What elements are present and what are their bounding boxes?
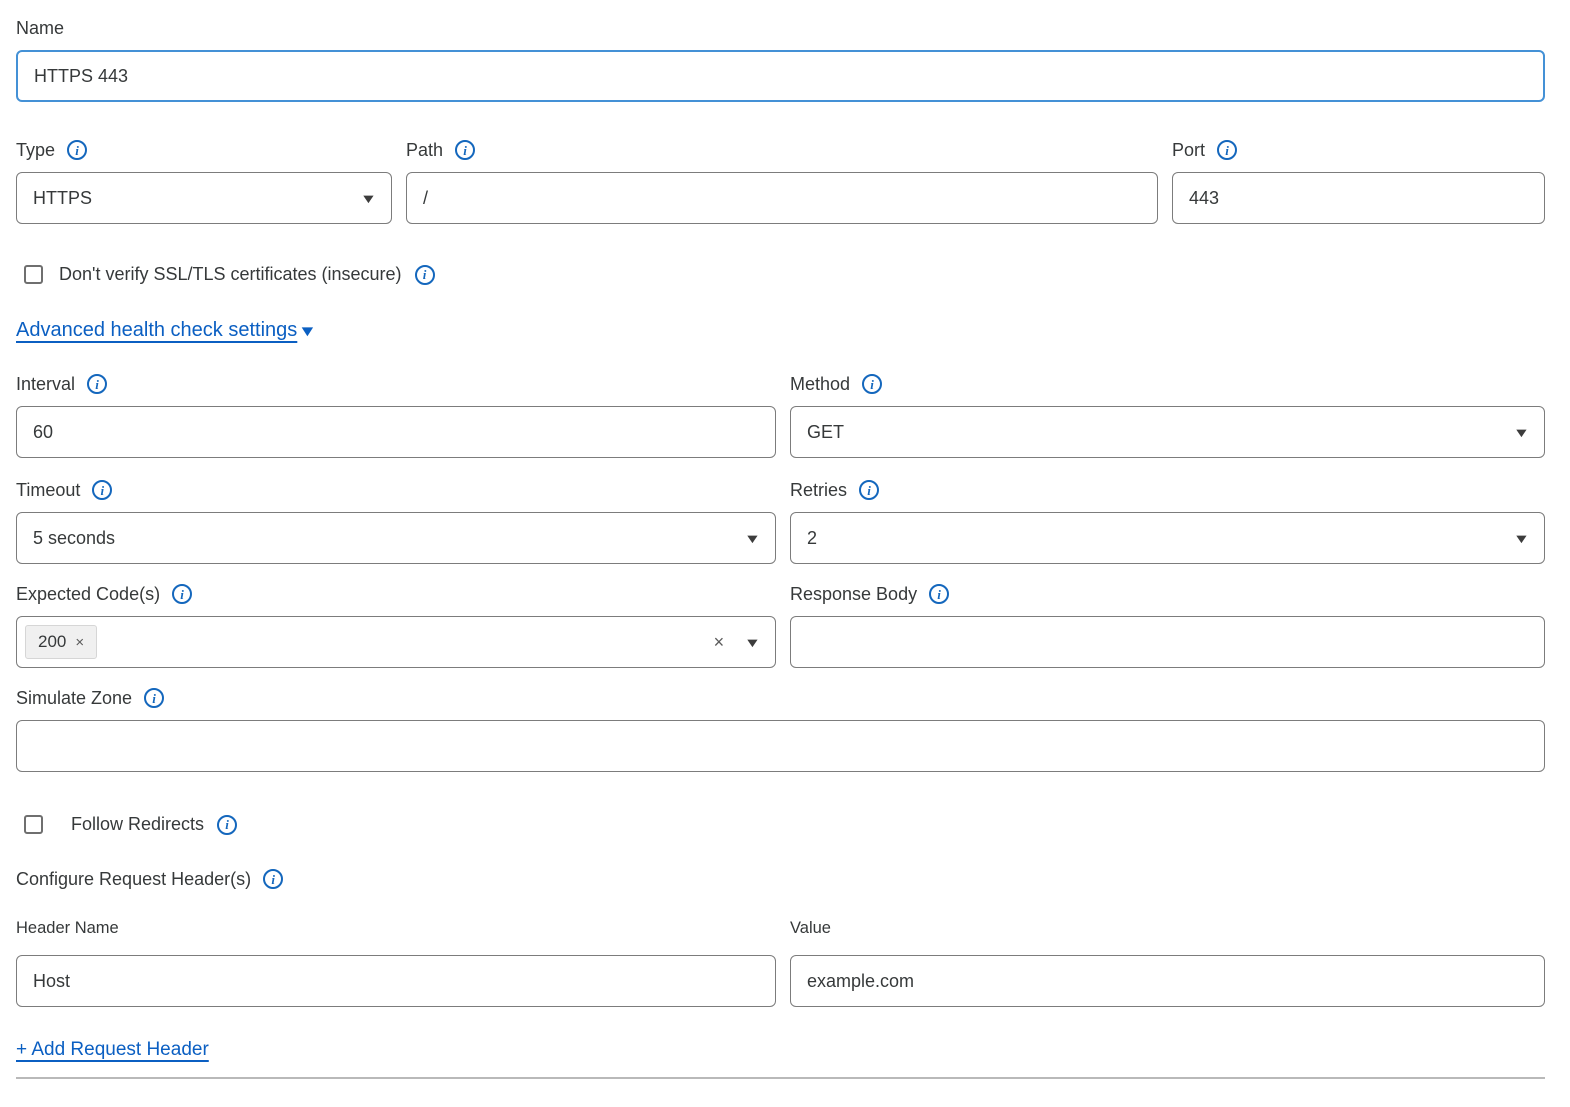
interval-method-row: Interval i Method i GET ▼ (16, 372, 1545, 458)
remove-tag-icon[interactable]: × (75, 635, 84, 650)
timeout-select[interactable]: 5 seconds ▼ (16, 512, 776, 564)
method-select-value: GET (807, 422, 1515, 443)
type-path-port-row: Type i HTTPS ▼ Path i Port i (16, 138, 1545, 224)
interval-label: Interval (16, 372, 75, 396)
ssl-verify-checkbox[interactable] (24, 265, 43, 284)
header-value-input[interactable] (790, 955, 1545, 1007)
caret-down-icon: ▼ (744, 532, 761, 545)
timeout-label: Timeout (16, 478, 80, 502)
header-row: Header Name Value (16, 917, 1545, 1007)
add-request-header-link[interactable]: + Add Request Header (16, 1039, 209, 1061)
caret-down-icon: ▼ (1513, 426, 1530, 439)
type-select-value: HTTPS (33, 188, 362, 209)
follow-redirects-checkbox[interactable] (24, 815, 43, 834)
header-name-label: Header Name (16, 917, 776, 939)
info-icon[interactable]: i (415, 265, 435, 285)
info-icon[interactable]: i (929, 584, 949, 604)
port-label: Port (1172, 138, 1205, 162)
port-input[interactable] (1172, 172, 1545, 224)
codes-body-row: Expected Code(s) i 200 × × ▼ Response Bo… (16, 582, 1545, 668)
info-icon[interactable]: i (263, 869, 283, 889)
retries-select[interactable]: 2 ▼ (790, 512, 1545, 564)
info-icon[interactable]: i (859, 480, 879, 500)
timeout-retries-row: Timeout i 5 seconds ▼ Retries i 2 ▼ (16, 478, 1545, 564)
info-icon[interactable]: i (217, 815, 237, 835)
info-icon[interactable]: i (455, 140, 475, 160)
path-input[interactable] (406, 172, 1158, 224)
response-body-label: Response Body (790, 582, 917, 606)
header-name-input[interactable] (16, 955, 776, 1007)
type-label: Type (16, 138, 55, 162)
follow-redirects-row: Follow Redirects i (24, 814, 1545, 835)
caret-down-icon: ▼ (360, 192, 377, 205)
name-input[interactable] (16, 50, 1545, 102)
name-label: Name (16, 16, 64, 40)
retries-select-value: 2 (807, 528, 1515, 549)
simulate-zone-label-row: Simulate Zone i (16, 686, 1545, 710)
info-icon[interactable]: i (172, 584, 192, 604)
interval-input[interactable] (16, 406, 776, 458)
caret-down-icon: ▼ (744, 636, 761, 649)
advanced-settings-link[interactable]: Advanced health check settings (16, 319, 297, 342)
expected-codes-label: Expected Code(s) (16, 582, 160, 606)
expected-code-tag-label: 200 (38, 632, 66, 652)
method-select[interactable]: GET ▼ (790, 406, 1545, 458)
info-icon[interactable]: i (144, 688, 164, 708)
name-label-row: Name (16, 16, 1545, 40)
path-label: Path (406, 138, 443, 162)
info-icon[interactable]: i (87, 374, 107, 394)
type-select[interactable]: HTTPS ▼ (16, 172, 392, 224)
follow-redirects-label: Follow Redirects (71, 814, 204, 835)
clear-icon[interactable]: × (714, 633, 725, 651)
ssl-checkbox-row: Don't verify SSL/TLS certificates (insec… (24, 264, 1545, 285)
info-icon[interactable]: i (1217, 140, 1237, 160)
advanced-settings-link-label: Advanced health check settings (16, 319, 297, 342)
info-icon[interactable]: i (67, 140, 87, 160)
health-check-form: Name Type i HTTPS ▼ Path i Port i (0, 0, 1570, 1079)
timeout-select-value: 5 seconds (33, 528, 746, 549)
caret-down-icon: ▼ (298, 323, 317, 340)
request-headers-title-row: Configure Request Header(s) i (16, 867, 1545, 891)
header-value-label: Value (790, 917, 1545, 939)
retries-label: Retries (790, 478, 847, 502)
request-headers-title: Configure Request Header(s) (16, 867, 251, 891)
simulate-zone-input[interactable] (16, 720, 1545, 772)
section-divider (16, 1077, 1545, 1079)
method-label: Method (790, 372, 850, 396)
expected-code-tag: 200 × (25, 625, 97, 659)
expected-codes-multiselect[interactable]: 200 × × ▼ (16, 616, 776, 668)
ssl-checkbox-label: Don't verify SSL/TLS certificates (insec… (59, 264, 402, 285)
caret-down-icon: ▼ (1513, 532, 1530, 545)
info-icon[interactable]: i (92, 480, 112, 500)
simulate-zone-label: Simulate Zone (16, 686, 132, 710)
info-icon[interactable]: i (862, 374, 882, 394)
response-body-input[interactable] (790, 616, 1545, 668)
